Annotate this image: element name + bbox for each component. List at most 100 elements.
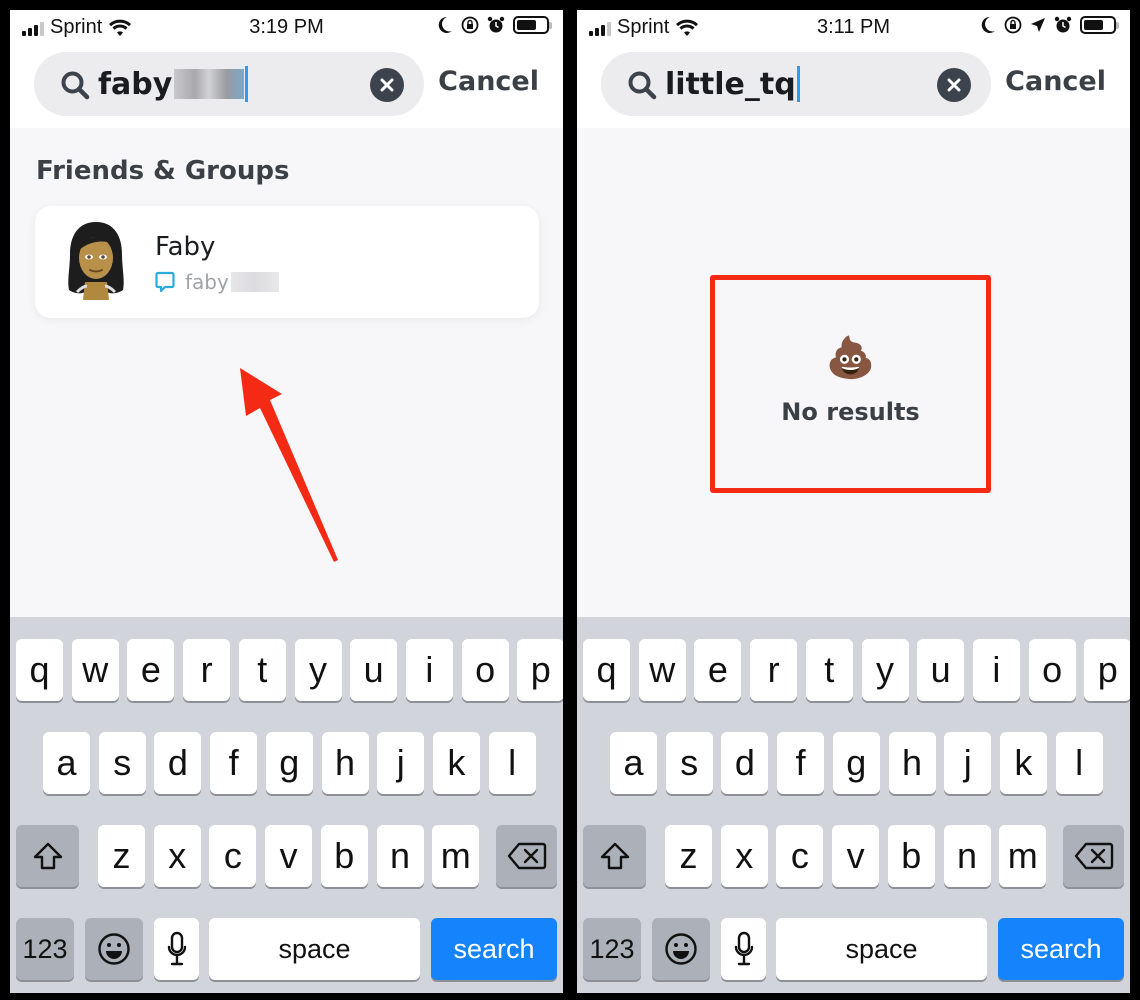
keyboard: q w e r t y u i o p a s d f g h j k l z x c v b n m 123 space search (10, 617, 563, 993)
search-input[interactable]: faby (98, 66, 249, 102)
microphone-icon (167, 931, 186, 966)
key-f[interactable]: f (777, 732, 825, 794)
key-w[interactable]: w (638, 639, 686, 701)
clear-search-button[interactable] (937, 68, 971, 102)
key-l[interactable]: l (1055, 732, 1103, 794)
search-input[interactable]: little_tq (665, 66, 800, 102)
key-j[interactable]: j (944, 732, 992, 794)
rotation-lock-icon (1004, 16, 1022, 34)
status-bar: Sprint 3:19 PM (10, 10, 563, 46)
key-x[interactable]: x (153, 825, 201, 887)
key-q[interactable]: q (16, 639, 63, 701)
rotation-lock-icon (461, 16, 479, 34)
key-e[interactable]: e (694, 639, 742, 701)
key-r[interactable]: r (750, 639, 798, 701)
key-y[interactable]: y (294, 639, 342, 701)
section-title: Friends & Groups (36, 156, 290, 186)
search-key[interactable]: search (998, 918, 1124, 980)
key-m[interactable]: m (999, 825, 1047, 887)
key-s[interactable]: s (665, 732, 713, 794)
backspace-key[interactable] (1063, 825, 1124, 887)
carrier-label: Sprint (617, 16, 670, 38)
key-h[interactable]: h (888, 732, 936, 794)
key-a[interactable]: a (610, 732, 657, 794)
redacted-text (230, 272, 279, 292)
emoji-key[interactable] (652, 918, 710, 980)
shift-key[interactable] (16, 825, 79, 887)
key-n[interactable]: n (943, 825, 991, 887)
dictation-key[interactable] (154, 918, 199, 980)
search-header: faby Cancel (10, 46, 563, 128)
key-v[interactable]: v (832, 825, 880, 887)
phone-screen-left: Sprint 3:19 PM faby Cancel Friends & Gro… (10, 10, 563, 993)
key-i[interactable]: i (405, 639, 453, 701)
search-icon (61, 71, 90, 100)
signal-icon (22, 20, 44, 36)
search-field[interactable]: faby (34, 52, 424, 116)
key-k[interactable]: k (999, 732, 1047, 794)
cancel-button[interactable]: Cancel (1005, 66, 1106, 97)
clear-search-button[interactable] (370, 68, 404, 102)
key-h[interactable]: h (321, 732, 369, 794)
key-o[interactable]: o (1028, 639, 1076, 701)
numbers-key[interactable]: 123 (583, 918, 641, 980)
microphone-icon (734, 931, 753, 966)
key-r[interactable]: r (183, 639, 231, 701)
key-b[interactable]: b (320, 825, 368, 887)
key-l[interactable]: l (488, 732, 536, 794)
key-u[interactable]: u (350, 639, 398, 701)
chat-icon (155, 271, 175, 293)
key-y[interactable]: y (861, 639, 909, 701)
key-c[interactable]: c (776, 825, 824, 887)
key-c[interactable]: c (209, 825, 257, 887)
key-p[interactable]: p (1084, 639, 1130, 701)
key-m[interactable]: m (432, 825, 480, 887)
space-key[interactable]: space (209, 918, 420, 980)
no-results-message: No results (781, 398, 920, 426)
search-key[interactable]: search (431, 918, 557, 980)
search-field[interactable]: little_tq (601, 52, 991, 116)
battery-icon (513, 16, 552, 34)
key-v[interactable]: v (265, 825, 313, 887)
key-i[interactable]: i (972, 639, 1020, 701)
friend-result-item[interactable]: Faby faby (35, 206, 539, 318)
key-o[interactable]: o (461, 639, 509, 701)
space-key[interactable]: space (776, 918, 987, 980)
dictation-key[interactable] (721, 918, 766, 980)
emoji-key[interactable] (85, 918, 143, 980)
annotation-highlight-box: 💩 No results (710, 275, 991, 493)
key-p[interactable]: p (517, 639, 563, 701)
key-d[interactable]: d (721, 732, 769, 794)
key-z[interactable]: z (665, 825, 712, 887)
key-d[interactable]: d (154, 732, 202, 794)
emoji-icon (98, 933, 130, 965)
redacted-text (174, 69, 245, 99)
key-g[interactable]: g (832, 732, 880, 794)
backspace-icon (1074, 842, 1113, 870)
wifi-icon (676, 19, 699, 36)
key-e[interactable]: e (127, 639, 175, 701)
key-t[interactable]: t (238, 639, 286, 701)
key-a[interactable]: a (43, 732, 90, 794)
key-z[interactable]: z (98, 825, 145, 887)
cancel-button[interactable]: Cancel (438, 66, 539, 97)
clear-icon (380, 78, 394, 92)
numbers-key[interactable]: 123 (16, 918, 74, 980)
key-w[interactable]: w (71, 639, 119, 701)
key-b[interactable]: b (887, 825, 935, 887)
key-n[interactable]: n (376, 825, 424, 887)
moon-icon (981, 16, 995, 33)
key-f[interactable]: f (210, 732, 258, 794)
key-j[interactable]: j (377, 732, 425, 794)
key-s[interactable]: s (98, 732, 146, 794)
shift-key[interactable] (583, 825, 646, 887)
key-q[interactable]: q (583, 639, 630, 701)
key-t[interactable]: t (805, 639, 853, 701)
backspace-key[interactable] (496, 825, 557, 887)
key-x[interactable]: x (720, 825, 768, 887)
status-bar: Sprint 3:11 PM (577, 10, 1130, 46)
key-g[interactable]: g (265, 732, 313, 794)
key-u[interactable]: u (917, 639, 965, 701)
key-k[interactable]: k (432, 732, 480, 794)
friend-username: faby (185, 270, 229, 294)
